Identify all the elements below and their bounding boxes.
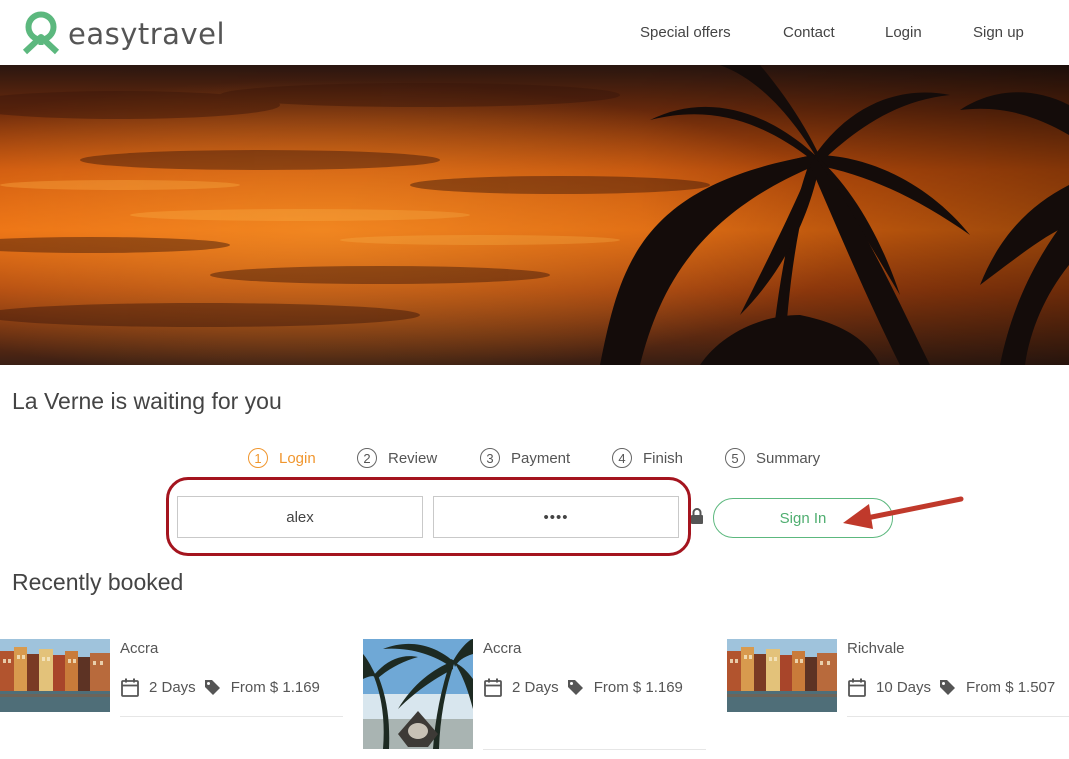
step-number: 5 — [725, 448, 745, 468]
calendar-icon — [484, 678, 502, 697]
sunset-palm-tree-image — [0, 65, 1069, 365]
arrow-annotation-icon — [843, 496, 964, 529]
calendar-icon — [848, 678, 866, 697]
step-payment[interactable]: 3 Payment — [480, 447, 570, 469]
beach-palm-boat-image — [363, 639, 473, 749]
card-city[interactable]: Richvale — [847, 640, 905, 657]
step-number: 2 — [357, 448, 377, 468]
destination-title: La Verne is waiting for you — [12, 388, 282, 414]
price-tag-icon — [204, 679, 220, 695]
calendar-icon — [121, 678, 139, 697]
price-tag-icon — [567, 679, 583, 695]
card-divider — [847, 716, 1069, 717]
step-label: Payment — [511, 449, 571, 467]
card-meta: 2 Days From $ 1.169 — [484, 677, 683, 697]
step-login[interactable]: 1 Login — [248, 447, 316, 469]
nav-sign-up[interactable]: Sign up — [973, 24, 1024, 41]
canal-houses-image — [0, 639, 110, 712]
card-days: 2 Days — [149, 678, 196, 696]
step-label: Login — [279, 449, 316, 467]
card-city[interactable]: Accra — [483, 640, 521, 657]
hero-image — [0, 65, 1069, 365]
card-price: From $ 1.169 — [593, 678, 683, 696]
card-divider — [483, 749, 706, 750]
location-pin-logo-icon — [22, 11, 60, 55]
card-city[interactable]: Accra — [120, 640, 158, 657]
lock-icon — [691, 508, 703, 524]
nav-login[interactable]: Login — [885, 24, 922, 41]
recently-booked-title: Recently booked — [12, 569, 184, 595]
price-tag-icon — [940, 679, 956, 695]
card-price: From $ 1.507 — [966, 678, 1056, 696]
brand-name: easytravel — [68, 17, 226, 51]
step-label: Finish — [643, 449, 684, 467]
username-input[interactable] — [177, 496, 423, 538]
brand-logo[interactable]: easytravel — [22, 11, 226, 55]
canal-houses-image — [727, 639, 837, 712]
site-header: easytravel Special offers Contact Login … — [0, 0, 1069, 65]
step-summary[interactable]: 5 Summary — [725, 447, 820, 469]
card-meta: 10 Days From $ 1.507 — [848, 677, 1055, 697]
password-input[interactable] — [433, 496, 679, 538]
step-number: 1 — [248, 448, 268, 468]
card-days: 2 Days — [512, 678, 559, 696]
card-price: From $ 1.169 — [230, 678, 320, 696]
step-number: 4 — [612, 448, 632, 468]
nav-contact[interactable]: Contact — [783, 24, 835, 41]
card-meta: 2 Days From $ 1.169 — [121, 677, 320, 697]
step-label: Review — [388, 449, 438, 467]
card-divider — [120, 716, 343, 717]
step-label: Summary — [756, 449, 821, 467]
step-number: 3 — [480, 448, 500, 468]
step-review[interactable]: 2 Review — [357, 447, 437, 469]
step-finish[interactable]: 4 Finish — [612, 447, 683, 469]
card-days: 10 Days — [876, 678, 932, 696]
nav-special-offers[interactable]: Special offers — [640, 24, 731, 41]
